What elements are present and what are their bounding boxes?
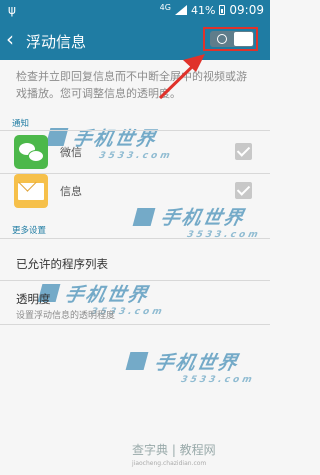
bottom-watermark: 查字典 | 教程网 jiaocheng.chazidian.com [132,444,216,470]
checkbox-wechat[interactable] [235,143,252,160]
app-row-messages[interactable]: 信息 [0,170,270,212]
toggle-knob [234,32,253,46]
clock: 09:09 [229,3,264,17]
watermark-text: 手机世界 [152,352,242,374]
signal-icon [174,5,187,15]
transparency-description: 设置浮动信息的透明程度 [16,311,116,321]
app-label: 微信 [60,146,82,159]
transparency-setting[interactable]: 透明度 设置浮动信息的透明程度 [0,281,270,323]
divider [0,324,270,325]
usb-icon: ψ [8,3,16,17]
transparency-title: 透明度 [16,292,51,306]
allowed-apps-list[interactable]: 已允许的程序列表 [0,239,270,279]
battery-percent: 41% [190,3,216,17]
back-button[interactable]: ‹ [6,29,14,49]
chevron-left-icon: ‹ [6,27,14,51]
bottom-watermark-url: jiaocheng.chazidian.com [132,460,207,467]
battery-icon [219,5,226,15]
section-header-more-settings: 更多设置 [12,226,47,236]
status-icons: 4G 41% 09:09 [160,3,264,17]
watermark-subtext: 3533.com [180,375,256,385]
watermark: 手机世界 3533.com [150,348,261,385]
status-bar: ψ 4G 41% 09:09 [0,0,270,22]
off-circle-icon [217,34,227,44]
message-icon [14,174,48,208]
app-row-wechat[interactable]: 微信 [0,131,270,173]
checkbox-messages[interactable] [235,182,252,199]
section-header-notifications: 通知 [12,119,30,129]
allowed-apps-label: 已允许的程序列表 [16,257,108,271]
app-label: 信息 [60,185,82,198]
network-type: 4G [159,3,171,12]
bottom-watermark-text: 查字典 | 教程网 [132,443,216,457]
master-toggle[interactable] [210,31,254,47]
watermark-logo-icon [125,352,149,370]
page-title: 浮动信息 [26,33,87,51]
feature-description: 检查并立即回复信息而不中断全屏中的视频或游戏播放。您可调整信息的透明度。 [16,70,247,100]
wechat-icon [14,135,48,169]
